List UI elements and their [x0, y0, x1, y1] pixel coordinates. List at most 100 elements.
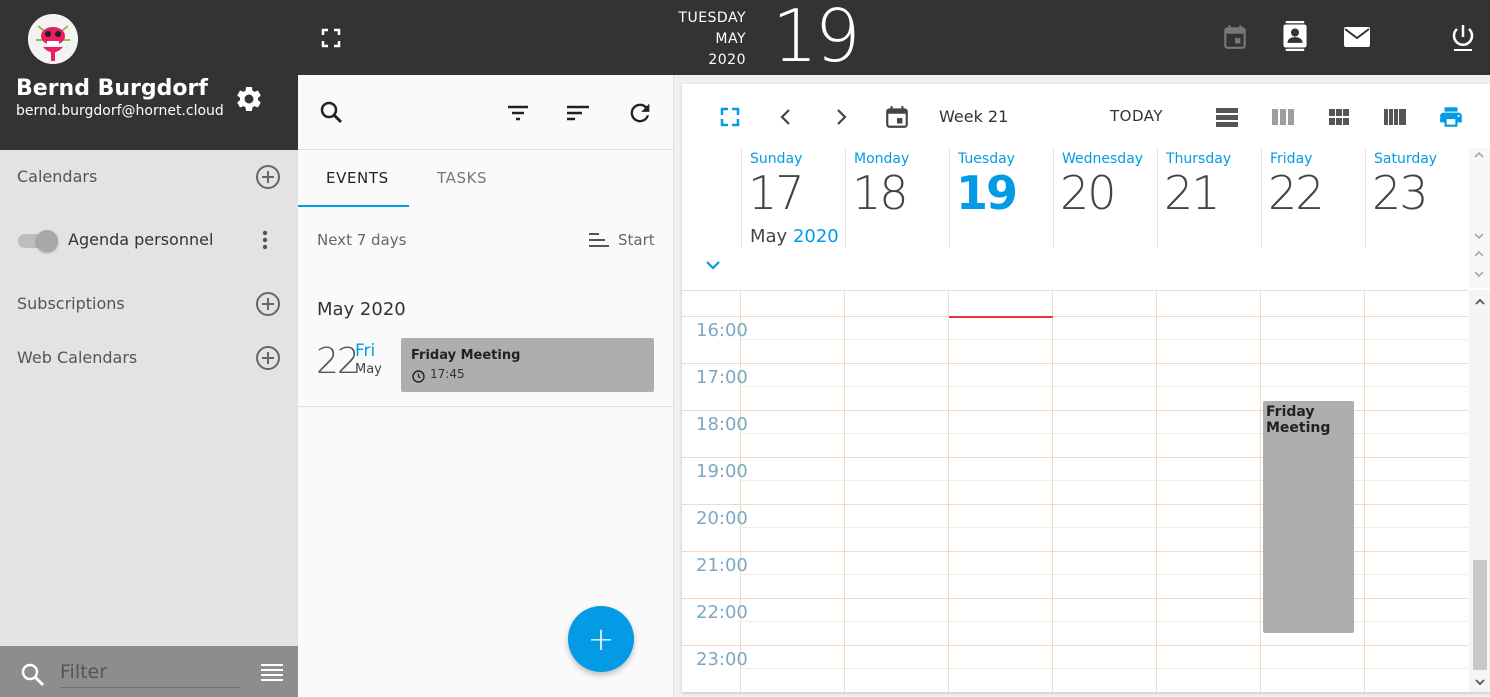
top-bar: TUESDAY MAY 2020 19 — [298, 0, 1490, 78]
mail-icon[interactable] — [1342, 22, 1372, 52]
add-event-button[interactable]: + — [568, 606, 634, 672]
time-grid[interactable]: 16:00 17:00 18:00 19:00 20:00 21:00 22:0… — [682, 290, 1468, 692]
avatar[interactable] — [28, 14, 78, 64]
hour-label: 23:00 — [696, 649, 748, 670]
week-label: Week 21 — [939, 107, 1009, 126]
grid-scrollbar[interactable] — [1469, 290, 1490, 692]
gear-icon[interactable] — [234, 84, 264, 114]
header-scrollbar[interactable] — [1469, 148, 1490, 288]
event-time: 17:45 — [430, 367, 465, 381]
day-header-thursday[interactable]: Thursday 21 — [1157, 148, 1261, 248]
contacts-icon[interactable] — [1280, 21, 1310, 51]
tab-events[interactable]: EVENTS — [326, 169, 389, 187]
tab-tasks[interactable]: TASKS — [437, 169, 487, 187]
day-number: 22 — [1268, 166, 1325, 220]
search-icon — [20, 662, 46, 688]
day-header-sunday[interactable]: Sunday 17 May 2020 — [741, 148, 845, 248]
print-icon[interactable] — [1438, 104, 1464, 130]
multi-column-view-icon[interactable] — [1382, 104, 1408, 130]
list-icon[interactable] — [258, 662, 286, 684]
hour-label: 19:00 — [696, 461, 748, 482]
add-subscription-icon[interactable] — [255, 291, 281, 317]
day-number: 19 — [956, 166, 1018, 220]
chevron-right-icon[interactable] — [828, 104, 854, 130]
day-view-icon[interactable] — [1214, 104, 1240, 130]
more-vert-icon[interactable] — [258, 228, 272, 252]
month-view-icon[interactable] — [1326, 104, 1352, 130]
day-header-saturday[interactable]: Saturday 23 — [1365, 148, 1469, 248]
clock-icon — [412, 368, 425, 383]
user-email: bernd.burgdorf@hornet.cloud — [16, 103, 224, 119]
add-web-calendar-icon[interactable] — [255, 345, 281, 371]
calendars-label: Calendars — [17, 167, 98, 186]
chevron-left-icon[interactable] — [773, 104, 799, 130]
subscriptions-label: Subscriptions — [17, 294, 125, 313]
divider — [298, 406, 674, 407]
event-day-name: Fri — [355, 341, 376, 361]
month-year-label: May 2020 — [750, 226, 839, 247]
sort-label[interactable]: Start — [618, 231, 655, 249]
calendar-panel: Week 21 TODAY Sunday 17 May 2020 Monday … — [682, 84, 1490, 692]
day-name: Tuesday — [958, 151, 1015, 167]
add-calendar-icon[interactable] — [255, 164, 281, 190]
filter-input[interactable] — [60, 656, 240, 688]
filter-bar — [0, 646, 298, 697]
day-number: 17 — [748, 166, 805, 220]
fullscreen-icon[interactable] — [717, 104, 743, 130]
year-label[interactable]: 2020 — [793, 226, 839, 247]
power-icon[interactable] — [1448, 22, 1478, 52]
day-number: 20 — [1060, 166, 1117, 220]
day-number: 18 — [852, 166, 909, 220]
search-icon[interactable] — [318, 99, 346, 127]
event-month: May — [355, 362, 382, 377]
profile-panel: Bernd Burgdorf bernd.burgdorf@hornet.clo… — [0, 0, 298, 150]
sidebar: Bernd Burgdorf bernd.burgdorf@hornet.clo… — [0, 0, 298, 697]
day-header-monday[interactable]: Monday 18 — [845, 148, 949, 248]
calendar-toggle[interactable] — [18, 230, 58, 252]
events-toolbar — [298, 75, 674, 150]
day-header-tuesday[interactable]: Tuesday 19 — [949, 148, 1053, 248]
sort-icon[interactable] — [564, 99, 592, 127]
current-month: MAY — [715, 31, 746, 47]
hour-label: 18:00 — [696, 414, 748, 435]
fullscreen-icon[interactable] — [316, 23, 346, 53]
events-tabs: EVENTS TASKS — [298, 151, 674, 207]
day-header-wednesday[interactable]: Wednesday 20 — [1053, 148, 1157, 248]
filter-icon[interactable] — [504, 99, 532, 127]
day-name: Friday — [1270, 151, 1313, 167]
range-label[interactable]: Next 7 days — [317, 231, 406, 249]
web-calendars-label: Web Calendars — [17, 348, 138, 367]
today-button[interactable]: TODAY — [1110, 107, 1163, 125]
sort-start-icon[interactable] — [587, 231, 611, 249]
calendar-name: Agenda personnel — [68, 230, 214, 249]
scroll-thumb[interactable] — [1473, 560, 1487, 670]
day-name: Sunday — [750, 151, 803, 167]
hour-label: 22:00 — [696, 602, 748, 623]
week-view-icon[interactable] — [1270, 104, 1296, 130]
chevron-down-icon[interactable] — [704, 256, 722, 274]
day-number: 21 — [1164, 166, 1221, 220]
chevron-up-icon[interactable] — [1473, 294, 1487, 308]
calendars-section: Calendars — [0, 157, 298, 197]
day-name: Monday — [854, 151, 910, 167]
day-number: 23 — [1372, 166, 1429, 220]
day-header-friday[interactable]: Friday 22 — [1261, 148, 1365, 248]
events-panel: EVENTS TASKS Next 7 days Start May 2020 … — [298, 75, 674, 697]
month-header: May 2020 — [317, 299, 406, 320]
day-name: Thursday — [1166, 151, 1232, 167]
calendar-picker-icon[interactable] — [884, 104, 910, 130]
refresh-icon[interactable] — [626, 99, 654, 127]
calendar-item[interactable]: Agenda personnel — [0, 220, 298, 260]
event-title: Friday Meeting — [411, 348, 521, 363]
active-tab-indicator — [298, 205, 409, 207]
user-name: Bernd Burgdorf — [16, 76, 208, 101]
event-day-number: 22 — [316, 341, 360, 382]
current-day-number: 19 — [772, 0, 861, 78]
calendar-event[interactable]: Friday Meeting — [1263, 401, 1354, 633]
calendar-icon[interactable] — [1220, 22, 1250, 52]
event-card[interactable]: Friday Meeting 17:45 — [401, 338, 654, 392]
current-time-indicator — [949, 316, 1053, 318]
web-calendars-section: Web Calendars — [0, 338, 298, 378]
chevron-down-icon[interactable] — [1473, 674, 1487, 688]
hour-label: 16:00 — [696, 320, 748, 341]
